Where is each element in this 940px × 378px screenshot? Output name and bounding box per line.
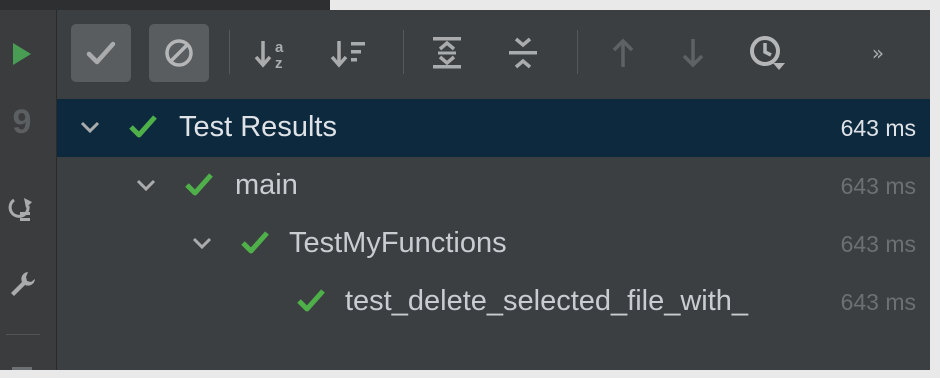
passed-check-icon (185, 173, 213, 196)
tree-row-test-results[interactable]: Test Results 643 ms (57, 99, 930, 157)
expand-all-button[interactable] (417, 24, 477, 82)
previous-failed-button[interactable] (593, 24, 653, 82)
passed-check-icon (241, 231, 269, 254)
tree-row-test-case[interactable]: test_delete_selected_file_with_ 643 ms (57, 273, 930, 331)
more-button[interactable]: » (853, 24, 903, 82)
test-toolbar: a z » (57, 10, 930, 97)
check-icon (86, 41, 116, 65)
tree-row-label: Test Results (179, 111, 337, 143)
tree-row-duration: 643 ms (840, 289, 916, 315)
more-icon: » (871, 41, 885, 65)
chevron-down-icon[interactable] (191, 232, 213, 254)
next-failed-button[interactable] (663, 24, 723, 82)
top-strip (0, 0, 940, 10)
tool-gutter: 9 (0, 10, 57, 378)
tree-row-label: main (235, 169, 298, 201)
tree-row-label: test_delete_selected_file_with_ (345, 285, 749, 317)
test-history-button[interactable] (737, 24, 797, 82)
test-runner-window: 9 a z » Test Results 643 ms main 643 ms … (0, 0, 940, 378)
tree-row-duration: 643 ms (840, 173, 916, 199)
toolbar-separator (577, 30, 578, 74)
bottom-edge (0, 370, 940, 378)
chevron-down-icon[interactable] (135, 174, 157, 196)
rerun-icon[interactable] (0, 186, 44, 234)
arrow-down-icon (682, 39, 704, 68)
history-icon (750, 36, 785, 70)
arrow-up-icon (612, 38, 634, 67)
tree-row-testmyfunctions[interactable]: TestMyFunctions 643 ms (57, 215, 930, 273)
tree-row-duration: 643 ms (840, 115, 916, 141)
svg-text:z: z (275, 55, 283, 71)
sort-duration-icon (330, 41, 365, 68)
chevron-down-icon[interactable] (79, 116, 101, 138)
tree-row-duration: 643 ms (840, 231, 916, 257)
passed-check-icon (297, 289, 325, 312)
gutter-divider (6, 334, 40, 335)
number-icon[interactable]: 9 (0, 100, 44, 144)
svg-text:a: a (275, 39, 284, 56)
top-tab-edge (0, 0, 330, 10)
number-glyph: 9 (12, 102, 32, 141)
test-results-panel: a z » Test Results 643 ms main 643 ms Te… (57, 10, 930, 378)
sort-by-duration-button[interactable] (319, 24, 379, 82)
toolbar-separator (403, 30, 404, 74)
run-icon[interactable] (0, 32, 44, 76)
collapse-all-icon (509, 37, 537, 69)
sort-alphabetically-button[interactable]: a z (243, 24, 303, 82)
tree-row-main[interactable]: main 643 ms (57, 157, 930, 215)
show-ignored-button[interactable] (149, 24, 209, 82)
passed-check-icon (129, 115, 157, 138)
sort-az-icon: a z (254, 39, 284, 71)
results-tree: Test Results 643 ms main 643 ms TestMyFu… (57, 97, 930, 378)
show-passed-button[interactable] (71, 24, 131, 82)
right-edge (930, 10, 940, 378)
wrench-icon[interactable] (0, 262, 44, 306)
ban-icon (165, 39, 193, 67)
toolbar-separator (229, 30, 230, 74)
expand-all-icon (433, 37, 461, 69)
tree-row-label: TestMyFunctions (289, 227, 507, 259)
collapse-all-button[interactable] (493, 24, 553, 82)
